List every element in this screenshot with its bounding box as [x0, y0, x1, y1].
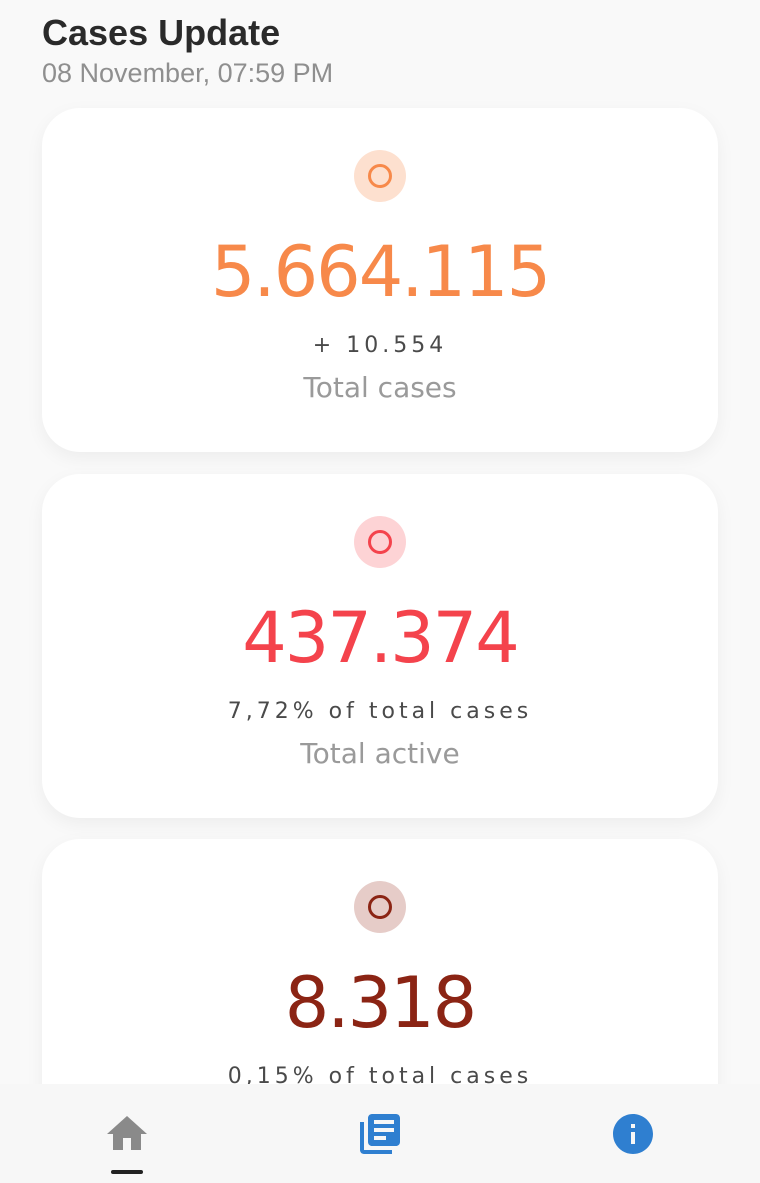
total-active-value: 437.374 — [242, 597, 519, 679]
total-active-card: 437.374 7,72% of total cases Total activ… — [42, 474, 718, 818]
active-tab-indicator — [111, 1170, 143, 1174]
total-deaths-value: 8.318 — [284, 962, 477, 1044]
news-icon — [360, 1114, 400, 1154]
home-icon — [107, 1116, 147, 1150]
bottom-navigation — [0, 1084, 760, 1183]
status-dot-icon — [354, 516, 406, 568]
update-datetime: 08 November, 07:59 PM — [42, 58, 334, 88]
total-active-label: Total active — [300, 737, 460, 770]
total-cases-value: 5.664.115 — [210, 231, 551, 313]
info-icon — [613, 1114, 653, 1154]
total-cases-card: 5.664.115 + 10.554 Total cases — [42, 108, 718, 452]
status-dot-icon — [354, 150, 406, 202]
total-active-percent: 7,72% of total cases — [227, 699, 533, 724]
nav-home-button[interactable] — [103, 1110, 151, 1158]
status-dot-icon — [354, 881, 406, 933]
total-cases-delta: + 10.554 — [312, 333, 448, 358]
total-cases-label: Total cases — [303, 371, 457, 404]
nav-info-button[interactable] — [609, 1110, 657, 1158]
nav-news-button[interactable] — [356, 1110, 404, 1158]
page-title: Cases Update — [42, 12, 281, 53]
page-header: Cases Update 08 November, 07:59 PM — [42, 12, 333, 90]
